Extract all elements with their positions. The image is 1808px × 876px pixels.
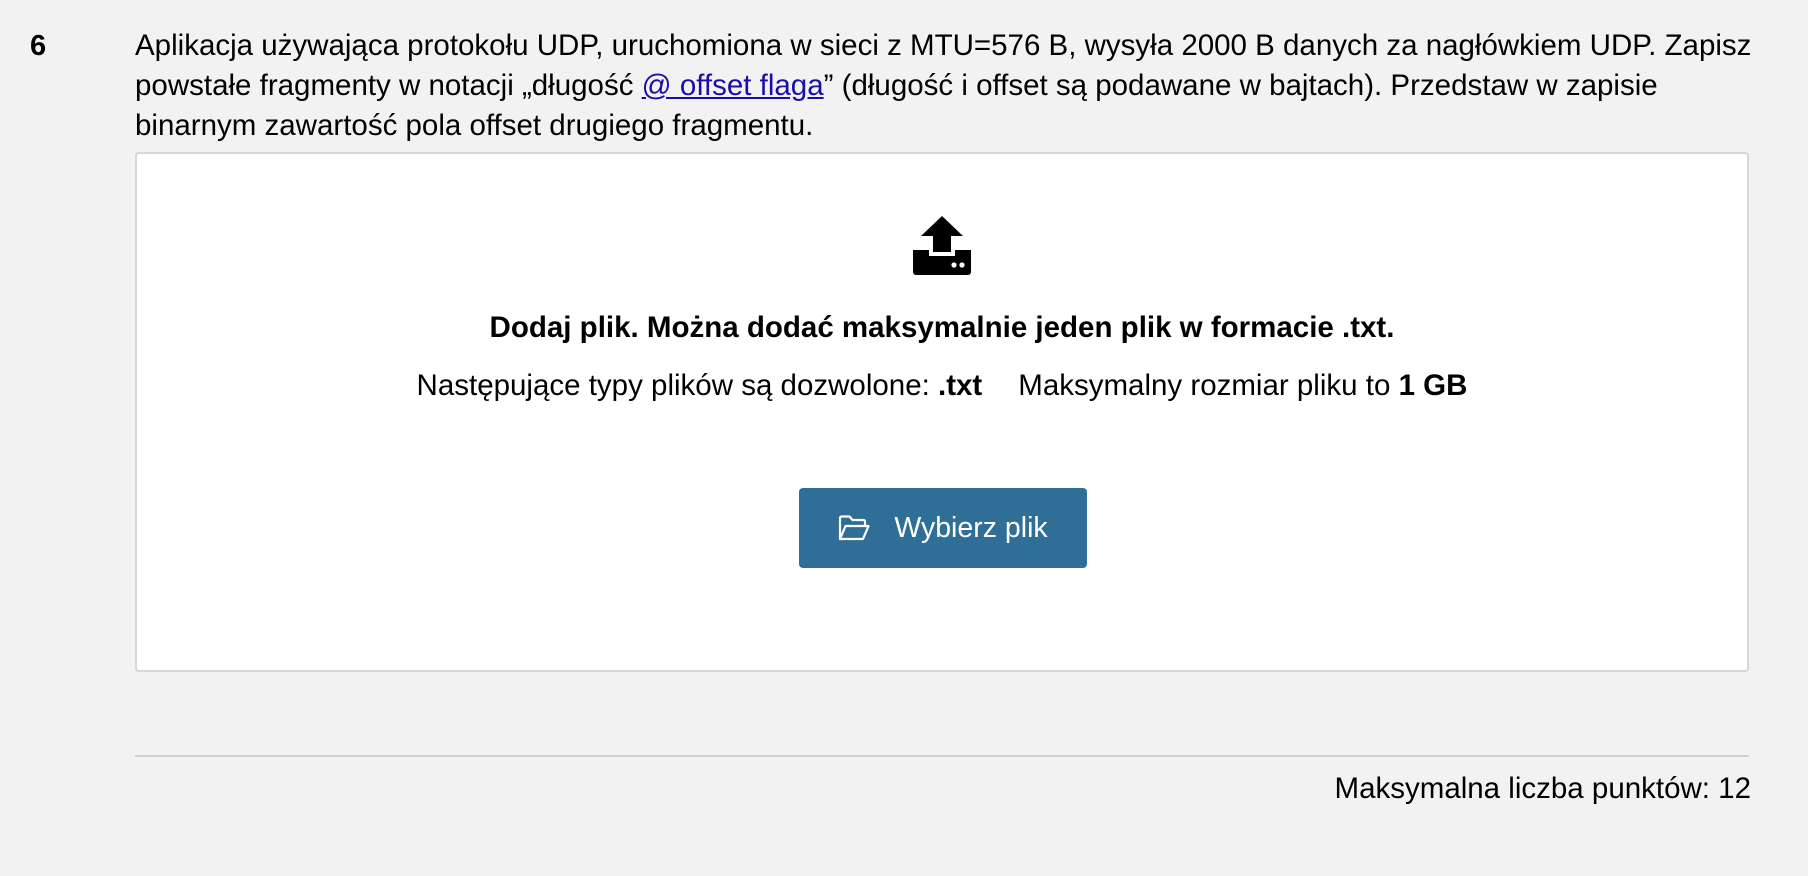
upload-info: Następujące typy plików są dozwolone: .t…	[135, 366, 1749, 406]
question-block: 6 Aplikacja używająca protokołu UDP, uru…	[0, 0, 1808, 876]
allowed-types-value: .txt	[938, 369, 983, 402]
upload-icon	[913, 216, 971, 275]
max-size-value: 1 GB	[1398, 369, 1468, 402]
allowed-types-label: Następujące typy plików są dozwolone:	[416, 369, 938, 402]
question-text: Aplikacja używająca protokołu UDP, uruch…	[135, 26, 1755, 146]
footer-divider	[135, 755, 1749, 757]
notation-link[interactable]: @ offset flaga	[642, 69, 824, 102]
max-size-label: Maksymalny rozmiar pliku to	[1018, 369, 1399, 402]
upload-title: Dodaj plik. Można dodać maksymalnie jede…	[489, 311, 1395, 344]
question-number: 6	[30, 30, 47, 62]
max-points: Maksymalna liczba punktów: 12	[1334, 772, 1751, 805]
choose-file-button[interactable]: Wybierz plik	[799, 488, 1087, 568]
choose-file-label: Wybierz plik	[894, 511, 1048, 544]
folder-open-icon	[839, 515, 870, 541]
